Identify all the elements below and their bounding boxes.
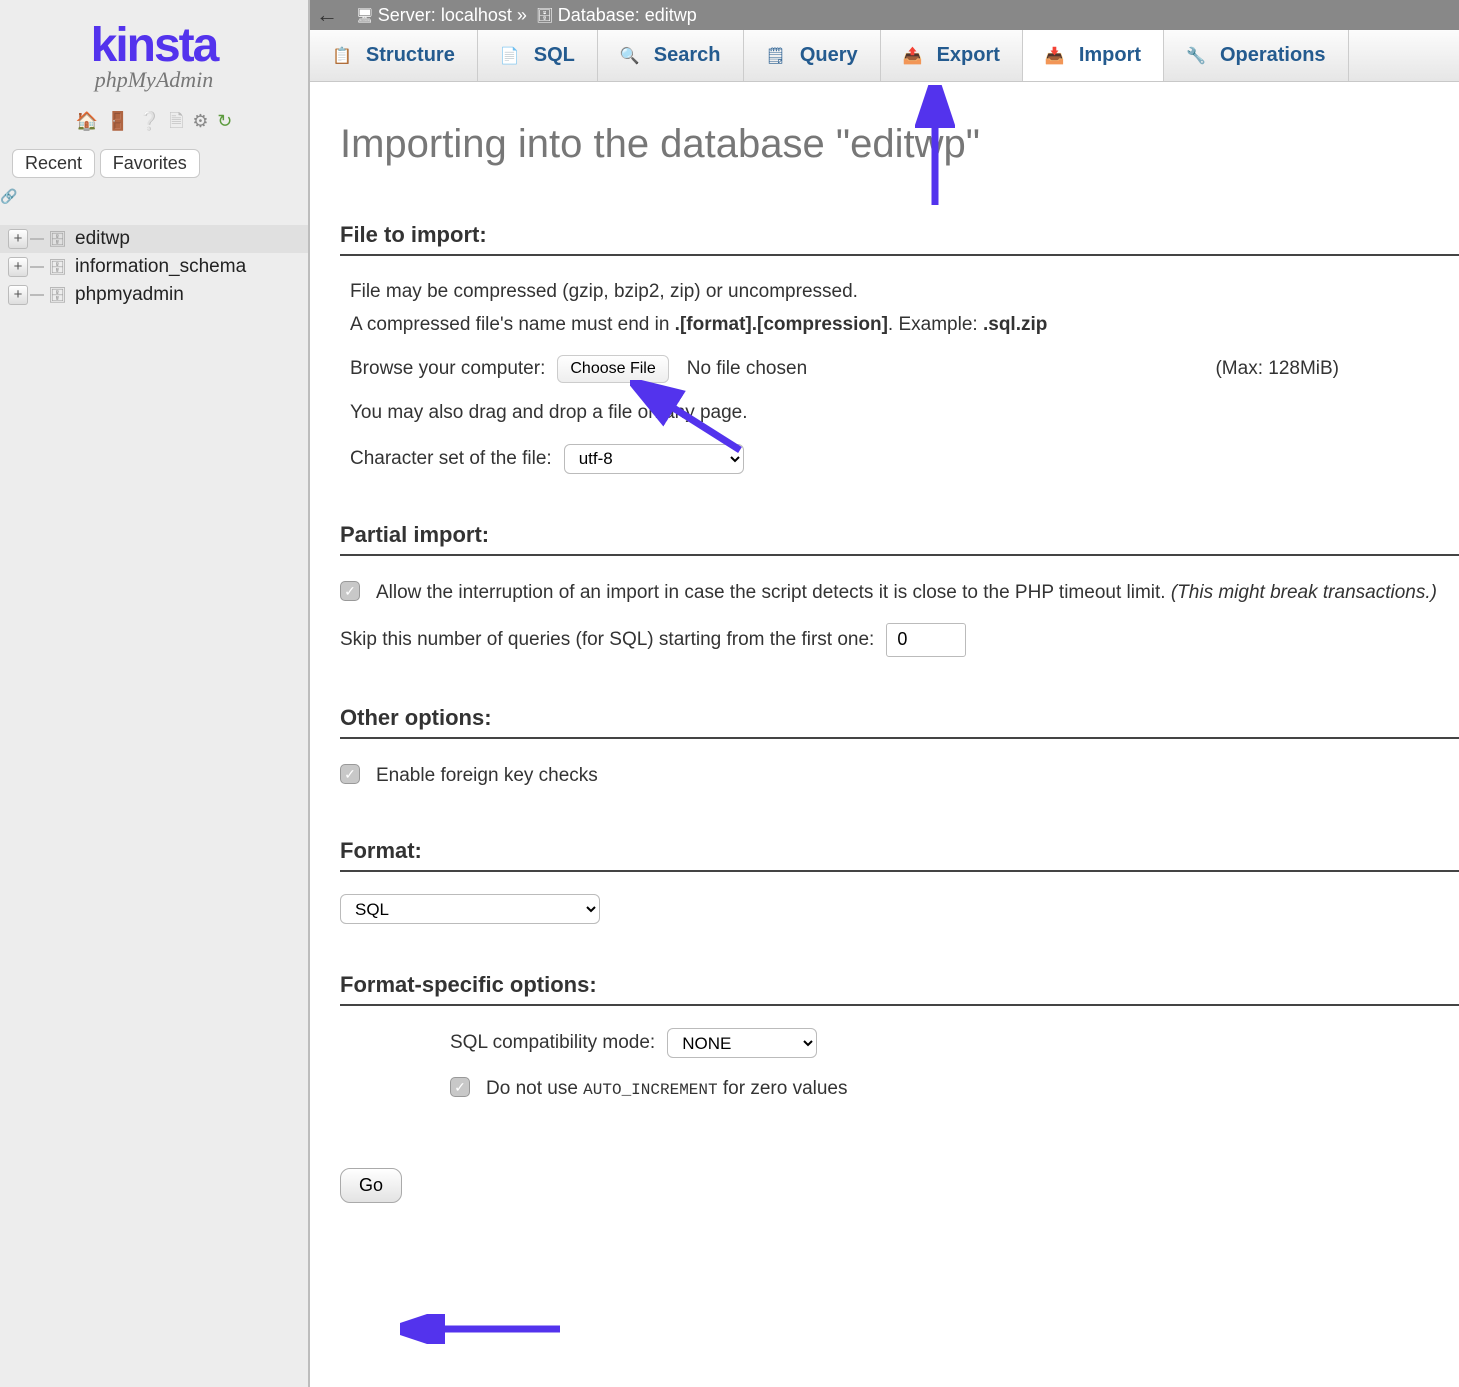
operations-icon: 🔧	[1186, 46, 1206, 66]
section-file-heading: File to import:	[340, 222, 1459, 256]
checkbox-allow-interrupt-label: Allow the interruption of an import in c…	[376, 578, 1437, 607]
query-icon: 🗒	[766, 46, 786, 66]
browse-label: Browse your computer:	[350, 358, 545, 380]
db-label: information_schema	[75, 256, 246, 278]
tab-export[interactable]: 📤 Export	[881, 30, 1023, 81]
tab-label: Export	[937, 44, 1000, 67]
database-icon: 🗄	[48, 286, 67, 304]
gear-icon[interactable]: ⚙	[192, 111, 208, 131]
tab-sql[interactable]: 📄 SQL	[478, 30, 598, 81]
tree-line	[30, 266, 44, 268]
breadcrumb: ← 🖥 Server: localhost » 🗄 Database: edit…	[310, 0, 1459, 30]
content: Importing into the database "editwp" Fil…	[310, 82, 1459, 1387]
sidebar: KINSTA phpMyAdmin 🏠 🚪 ❔ 🗎 ⚙ ↻ Recent Fav…	[0, 0, 310, 1387]
tree-line	[30, 238, 44, 240]
tab-label: Import	[1079, 44, 1141, 67]
section-other-heading: Other options:	[340, 705, 1459, 739]
exit-icon[interactable]: 🚪	[107, 111, 129, 131]
sql-icon[interactable]: 🗎	[169, 111, 183, 131]
tab-structure[interactable]: 📋 Structure	[310, 30, 478, 81]
checkbox-fk-label: Enable foreign key checks	[376, 761, 598, 790]
tab-label: Query	[800, 44, 858, 67]
structure-icon: 📋	[332, 46, 352, 66]
skip-label: Skip this number of queries (for SQL) st…	[340, 629, 874, 651]
breadcrumb-server-label: Server:	[378, 5, 436, 26]
file-note-1: File may be compressed (gzip, bzip2, zip…	[350, 278, 1459, 307]
link-icon[interactable]: 🔗	[0, 188, 278, 205]
back-icon[interactable]: ←	[316, 2, 338, 28]
file-note-2: A compressed file's name must end in .[f…	[350, 311, 1459, 340]
logo-primary: KINSTA	[0, 24, 308, 67]
choose-file-button[interactable]: Choose File	[557, 355, 668, 383]
tab-favorites[interactable]: Favorites	[100, 149, 200, 178]
main: ← 🖥 Server: localhost » 🗄 Database: edit…	[310, 0, 1459, 1387]
max-size: (Max: 128MiB)	[1215, 358, 1339, 380]
tab-bar: 📋 Structure 📄 SQL 🔍 Search 🗒 Query 📤 Export 📥…	[310, 30, 1459, 82]
drag-note: You may also drag and drop a file on any…	[350, 399, 1459, 428]
logo: KINSTA phpMyAdmin	[0, 0, 308, 93]
database-icon: 🗄	[48, 230, 67, 248]
charset-label: Character set of the file:	[350, 448, 552, 470]
reload-icon[interactable]: ↻	[217, 111, 232, 131]
import-icon: 📥	[1045, 46, 1065, 66]
breadcrumb-server[interactable]: localhost	[441, 5, 512, 26]
tab-label: SQL	[534, 44, 575, 67]
charset-select[interactable]: utf-8	[564, 444, 744, 474]
breadcrumb-sep: »	[517, 5, 527, 26]
breadcrumb-db-label: Database:	[558, 5, 640, 26]
sql-icon: 📄	[500, 46, 520, 66]
no-file-text: No file chosen	[687, 358, 807, 380]
go-button[interactable]: Go	[340, 1168, 402, 1203]
page-title: Importing into the database "editwp"	[340, 122, 1459, 167]
database-icon: 🗄	[48, 258, 67, 276]
checkbox-fk[interactable]: ✓	[340, 764, 360, 784]
search-icon: 🔍	[620, 46, 640, 66]
database-icon: 🗄	[536, 7, 554, 24]
help-icon[interactable]: ❔	[138, 111, 160, 131]
db-item-information-schema[interactable]: + 🗄 information_schema	[0, 253, 308, 281]
tab-search[interactable]: 🔍 Search	[598, 30, 744, 81]
tree-line	[30, 294, 44, 296]
database-list: + 🗄 editwp + 🗄 information_schema + 🗄 ph…	[0, 225, 308, 309]
compat-select[interactable]: NONE	[667, 1028, 817, 1058]
checkbox-auto-increment-label: Do not use AUTO_INCREMENT for zero value…	[486, 1074, 848, 1103]
tab-label: Operations	[1220, 44, 1326, 67]
tab-recent[interactable]: Recent	[12, 149, 95, 178]
format-select[interactable]: SQL	[340, 894, 600, 924]
tab-label: Structure	[366, 44, 455, 67]
section-partial-heading: Partial import:	[340, 522, 1459, 556]
db-item-editwp[interactable]: + 🗄 editwp	[0, 225, 308, 253]
expand-icon[interactable]: +	[8, 285, 28, 305]
sidebar-toolbar: 🏠 🚪 ❔ 🗎 ⚙ ↻	[0, 109, 308, 139]
breadcrumb-db[interactable]: editwp	[645, 5, 697, 26]
section-format-heading: Format:	[340, 838, 1459, 872]
checkbox-auto-increment[interactable]: ✓	[450, 1077, 470, 1097]
checkbox-allow-interrupt[interactable]: ✓	[340, 581, 360, 601]
sidebar-mini-tabs: Recent Favorites	[0, 149, 308, 178]
home-icon[interactable]: 🏠	[76, 111, 98, 131]
expand-icon[interactable]: +	[8, 229, 28, 249]
db-item-phpmyadmin[interactable]: + 🗄 phpmyadmin	[0, 281, 308, 309]
compat-label: SQL compatibility mode:	[450, 1032, 655, 1054]
tab-label: Search	[654, 44, 721, 67]
tab-query[interactable]: 🗒 Query	[744, 30, 881, 81]
skip-input[interactable]	[886, 623, 966, 657]
db-label: phpmyadmin	[75, 284, 184, 306]
db-label: editwp	[75, 228, 130, 250]
section-fso-heading: Format-specific options:	[340, 972, 1459, 1006]
tab-import[interactable]: 📥 Import	[1023, 30, 1164, 81]
export-icon: 📤	[903, 46, 923, 66]
expand-icon[interactable]: +	[8, 257, 28, 277]
server-icon: 🖥	[356, 7, 374, 24]
logo-sub: phpMyAdmin	[0, 67, 308, 93]
tab-operations[interactable]: 🔧 Operations	[1164, 30, 1349, 81]
